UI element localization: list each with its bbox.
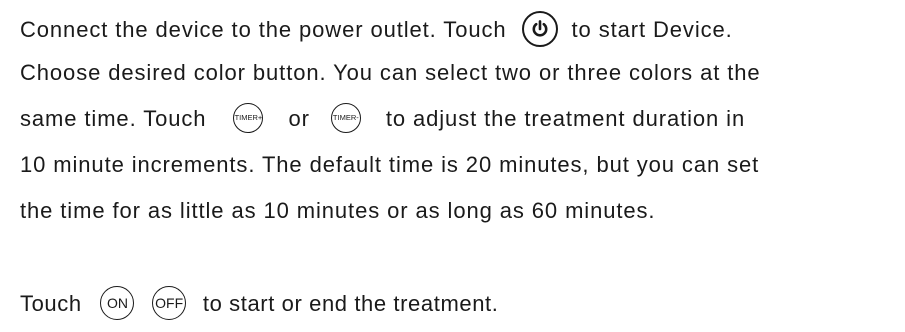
start-device-text: to start Device. (571, 16, 733, 42)
instruction-line-4: 10 minute increments. The default time i… (20, 151, 759, 179)
instruction-line-5: the time for as little as 10 minutes or … (20, 197, 655, 225)
power-instruction-text: Connect the device to the power outlet. … (20, 16, 507, 42)
or-text: or (288, 106, 310, 131)
instruction-line-6: Touch ON OFF to start or end the treatme… (20, 286, 499, 320)
increments-text: 10 minute increments. The default time i… (20, 152, 760, 177)
instruction-line-3: same time. Touch TIMER+ or TIMER- to adj… (20, 103, 746, 134)
time-range-text: the time for as little as 10 minutes or … (20, 198, 656, 223)
off-label: OFF (155, 295, 184, 311)
instruction-line-1: Connect the device to the power outlet. … (20, 11, 733, 47)
timer-minus-icon: TIMER- (330, 103, 361, 134)
timer-plus-label: TIMER+ (234, 113, 263, 123)
on-label: ON (106, 295, 128, 311)
power-icon (521, 11, 558, 47)
start-end-treatment-text: to start or end the treatment. (202, 290, 499, 316)
on-icon: ON (100, 286, 135, 320)
color-select-text: Choose desired color button. You can sel… (20, 60, 761, 85)
timer-instruction-text: same time. Touch (20, 106, 207, 131)
off-icon: OFF (152, 286, 187, 320)
timer-plus-icon: TIMER+ (233, 103, 264, 134)
instruction-line-2: Choose desired color button. You can sel… (20, 59, 761, 87)
timer-minus-label: TIMER- (332, 113, 359, 123)
adjust-duration-text: to adjust the treatment duration in (385, 106, 746, 131)
on-off-instruction-text: Touch (20, 290, 82, 316)
